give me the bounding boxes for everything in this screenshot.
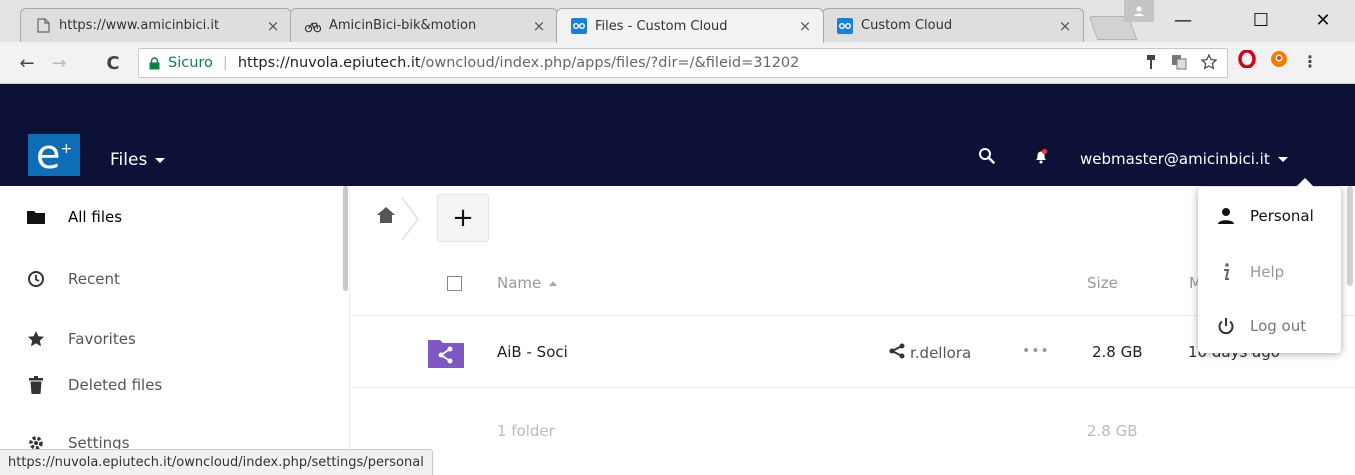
- file-name[interactable]: AiB - Soci: [497, 343, 568, 361]
- profile-icon[interactable]: [1124, 0, 1154, 22]
- tab-close-icon[interactable]: ×: [265, 17, 281, 35]
- user-email: webmaster@amicinbici.it: [1080, 150, 1270, 168]
- folder-icon: [26, 207, 46, 227]
- file-size: 2.8 GB: [1092, 343, 1143, 361]
- forward-button[interactable]: →: [46, 50, 72, 76]
- user-menu-button[interactable]: webmaster@amicinbici.it: [1080, 150, 1288, 168]
- app-logo[interactable]: e +: [28, 134, 80, 176]
- url-path: /owncloud/index.php/apps/files/?dir=/&fi…: [420, 55, 800, 71]
- minimize-button[interactable]: —: [1160, 0, 1206, 40]
- column-header-name[interactable]: Name: [497, 274, 558, 292]
- menu-item-label: Personal: [1250, 207, 1314, 225]
- tab-title: Files - Custom Cloud: [595, 18, 728, 34]
- back-button[interactable]: ←: [14, 50, 40, 76]
- browser-toolbar: ← → C Sicuro | https://nuvola.epiutech.i…: [0, 42, 1355, 84]
- sort-ascending-icon: [549, 280, 558, 286]
- tab-title: https://www.amicinbici.it: [59, 18, 220, 33]
- tab-files-custom-cloud[interactable]: Files - Custom Cloud ×: [556, 8, 824, 43]
- summary-count: 1 folder: [497, 422, 555, 440]
- column-header-size[interactable]: Size: [1087, 274, 1118, 292]
- status-url-bubble: https://nuvola.epiutech.it/owncloud/inde…: [0, 449, 433, 475]
- lock-icon: [149, 56, 160, 70]
- chevron-down-icon: [1277, 156, 1288, 162]
- notifications-bell-icon[interactable]: [1030, 145, 1052, 167]
- power-icon: [1216, 316, 1236, 336]
- menu-item-label: Log out: [1250, 317, 1307, 335]
- share-button[interactable]: r.dellora: [888, 343, 971, 363]
- bookmark-star-icon[interactable]: [1200, 53, 1218, 74]
- sidebar-item-deleted-files[interactable]: Deleted files: [0, 360, 340, 410]
- select-all-checkbox[interactable]: [447, 276, 462, 291]
- reload-button[interactable]: C: [100, 50, 126, 76]
- main-scrollbar[interactable]: [1347, 186, 1353, 286]
- menu-item-label: Help: [1250, 263, 1285, 281]
- address-bar[interactable]: Sicuro | https://nuvola.epiutech.it/ownc…: [138, 48, 1228, 78]
- more-actions-icon[interactable]: •••: [1022, 343, 1050, 359]
- bike-icon: [305, 18, 321, 34]
- tab-close-icon[interactable]: ×: [797, 17, 813, 35]
- cloud-icon: [571, 18, 587, 34]
- sidebar-scrollbar[interactable]: [343, 186, 348, 291]
- summary-size: 2.8 GB: [1087, 422, 1138, 440]
- menu-item-logout[interactable]: Log out: [1198, 303, 1341, 349]
- secure-label: Sicuro: [168, 55, 213, 71]
- shared-folder-icon[interactable]: [428, 338, 464, 368]
- logo-letter: e: [35, 132, 61, 178]
- opera-icon[interactable]: [1238, 49, 1256, 72]
- menu-item-personal[interactable]: Personal: [1198, 193, 1341, 239]
- url-host: https://nuvola.epiutech.it: [237, 55, 421, 71]
- home-icon[interactable]: [376, 206, 396, 226]
- sidebar-item-label: Deleted files: [68, 376, 163, 394]
- sidebar-item-recent[interactable]: Recent: [0, 254, 340, 304]
- tab-amicinbici[interactable]: https://www.amicinbici.it ×: [20, 8, 292, 42]
- column-name-label: Name: [497, 274, 542, 292]
- secure-indicator[interactable]: Sicuro: [149, 55, 213, 71]
- close-window-button[interactable]: ✕: [1300, 0, 1346, 40]
- app-menu-button[interactable]: Files: [110, 150, 166, 170]
- sidebar-item-favorites[interactable]: Favorites: [0, 314, 340, 364]
- app-header-band: [0, 84, 1355, 124]
- star-icon: [26, 329, 46, 349]
- tab-close-icon[interactable]: ×: [531, 17, 547, 35]
- trash-icon: [26, 375, 46, 395]
- url-divider: |: [222, 55, 228, 71]
- chevron-down-icon: [155, 157, 166, 163]
- tab-title: Custom Cloud: [861, 18, 953, 33]
- search-icon[interactable]: [976, 145, 998, 167]
- logo-plus: +: [60, 141, 73, 157]
- breadcrumb-separator: [400, 196, 422, 242]
- sidebar-item-all-files[interactable]: All files: [0, 192, 340, 242]
- new-file-button[interactable]: +: [437, 194, 489, 242]
- shared-with-user: r.dellora: [910, 344, 972, 362]
- page-icon: [35, 18, 51, 34]
- cloud-icon: [837, 17, 853, 34]
- share-icon: [888, 343, 906, 363]
- user-dropdown-menu: Personal Help Log out: [1198, 178, 1341, 353]
- key-icon[interactable]: [1145, 54, 1157, 74]
- extension-icon[interactable]: [1270, 50, 1288, 72]
- browser-menu-icon[interactable]: ⋮: [1302, 52, 1318, 71]
- tab-custom-cloud[interactable]: Custom Cloud ×: [822, 8, 1084, 42]
- sidebar-item-label: Favorites: [68, 330, 136, 348]
- tab-close-icon[interactable]: ×: [1057, 17, 1073, 35]
- tab-amicinbici-bike[interactable]: AmicinBici-bik&motion ×: [290, 8, 558, 42]
- tab-title: AmicinBici-bik&motion: [329, 18, 477, 33]
- maximize-button[interactable]: ☐: [1238, 0, 1284, 40]
- info-icon: [1216, 262, 1236, 282]
- sidebar: All files Recent Favorites Deleted files…: [0, 186, 350, 475]
- menu-item-help[interactable]: Help: [1198, 249, 1341, 295]
- sidebar-item-label: All files: [68, 208, 123, 226]
- translate-icon[interactable]: [1171, 54, 1187, 74]
- sidebar-item-label: Recent: [68, 270, 120, 288]
- clock-icon: [26, 269, 46, 289]
- person-icon: [1216, 206, 1236, 226]
- app-menu-label: Files: [110, 150, 148, 170]
